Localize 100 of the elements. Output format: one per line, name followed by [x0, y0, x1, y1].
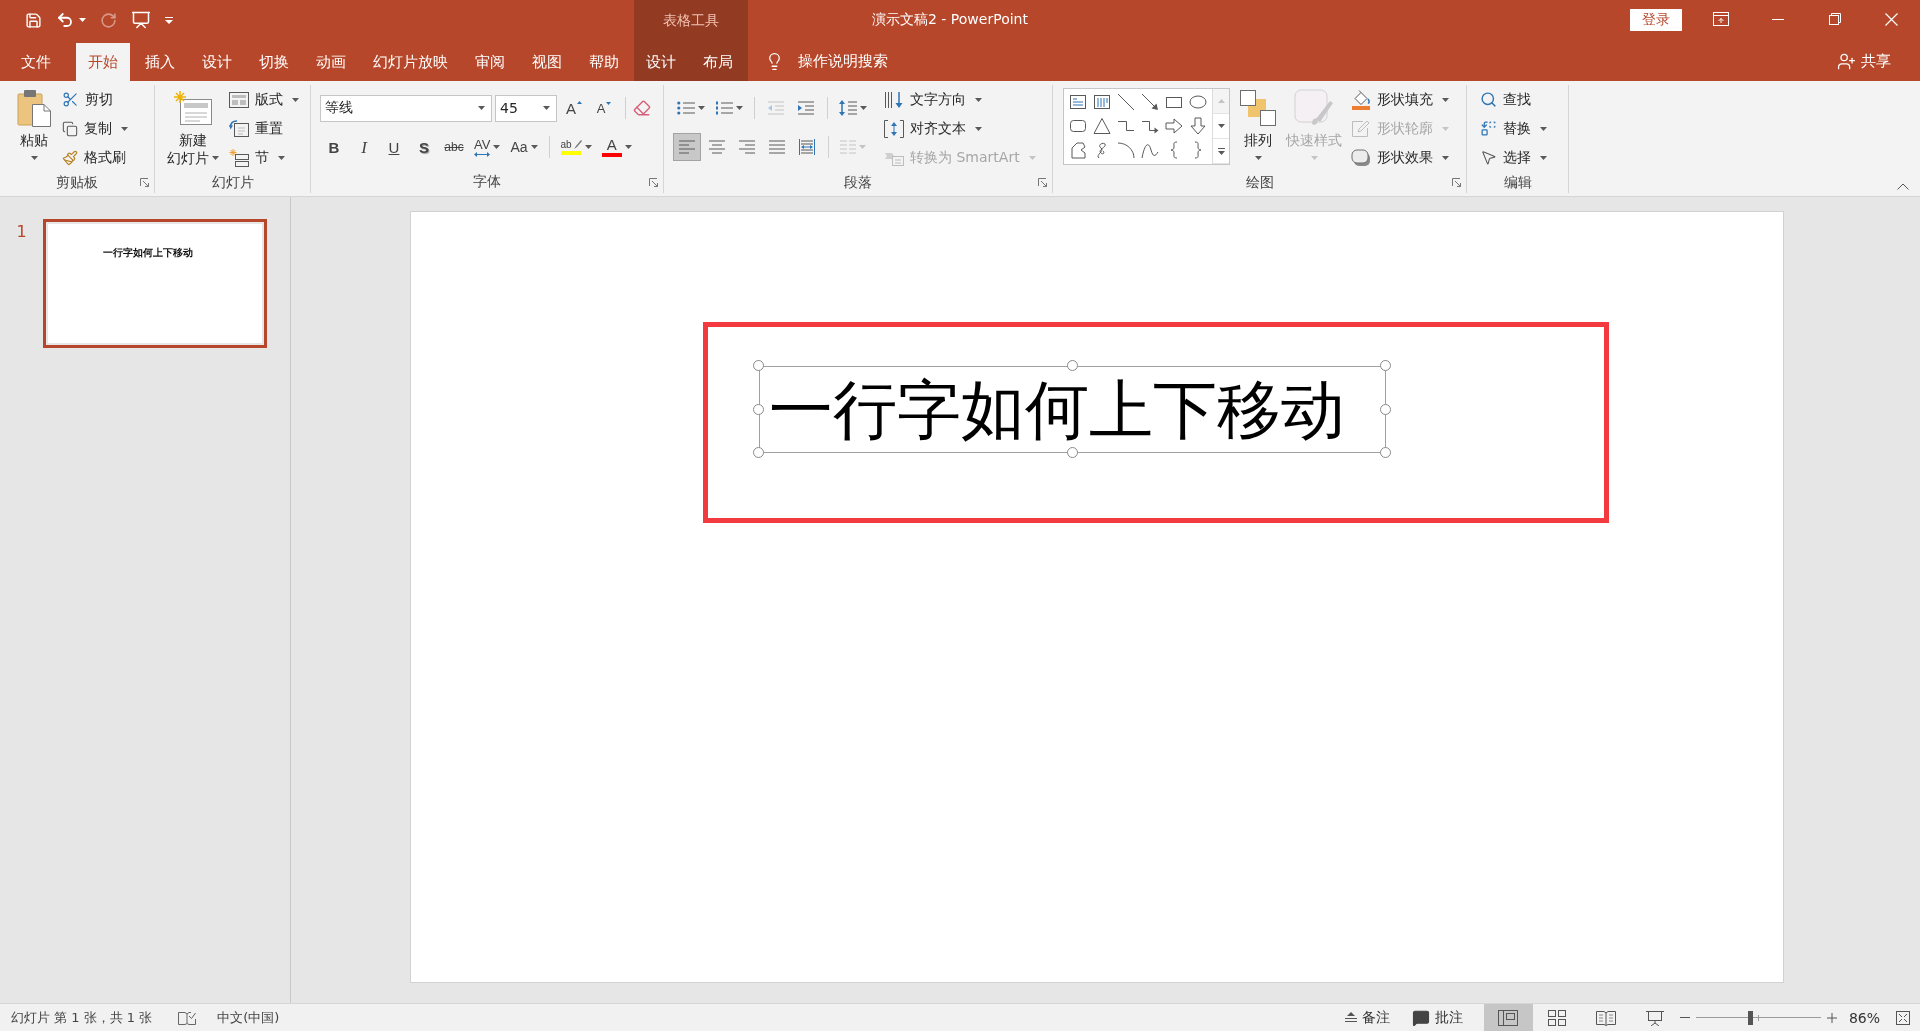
text-direction-button[interactable]: 文字方向	[881, 85, 1039, 114]
shape-option-button[interactable]	[1139, 91, 1161, 113]
collapse-ribbon-button[interactable]	[1897, 183, 1909, 190]
ribbon-tab[interactable]: 视图	[520, 43, 574, 81]
arrange-button[interactable]: 排列	[1236, 85, 1280, 172]
zoom-in-button[interactable]	[1826, 1012, 1837, 1023]
resize-handle[interactable]	[1380, 360, 1391, 371]
spell-check-icon[interactable]	[178, 1010, 197, 1025]
contextual-group-label: 表格工具	[663, 12, 719, 30]
plus-icon	[1826, 1012, 1837, 1023]
shape-effects-button[interactable]: 形状效果	[1348, 143, 1452, 172]
align-left-icon	[679, 140, 695, 154]
share-button[interactable]: 共享	[1837, 52, 1891, 71]
ribbon-tab[interactable]: 布局	[691, 43, 745, 81]
ribbon-tab[interactable]: 切换	[247, 43, 301, 81]
reset-button[interactable]: 重置	[226, 114, 302, 143]
shape-option-button[interactable]	[1115, 139, 1137, 161]
caret-down-icon	[1310, 156, 1318, 160]
ribbon-tab[interactable]: 幻灯片放映	[361, 43, 460, 81]
slide-sorter-icon	[1548, 1009, 1567, 1026]
find-button[interactable]: 查找	[1477, 85, 1550, 114]
ribbon-tab[interactable]: 开始	[76, 43, 130, 81]
comment-icon	[1411, 1008, 1430, 1027]
caret-down-icon	[975, 126, 982, 131]
cut-button[interactable]: 剪切	[59, 85, 131, 114]
triangle-icon	[1093, 117, 1111, 135]
shape-option-button[interactable]	[1187, 115, 1209, 137]
slide-thumbnail[interactable]: 一行字如何上下移动	[43, 219, 267, 348]
ribbon-tab[interactable]: 帮助	[577, 43, 631, 81]
comments-button[interactable]: 批注	[1408, 1004, 1466, 1031]
sign-in-button[interactable]: 登录	[1630, 9, 1682, 31]
shadow-button[interactable]: S	[410, 133, 438, 161]
ribbon-tab[interactable]: 设计	[634, 43, 688, 81]
zoom-level-button[interactable]: 86%	[1848, 1009, 1880, 1026]
decrease-indent-icon	[767, 101, 785, 115]
copy-icon	[62, 120, 78, 137]
spacing-button[interactable]: AV	[470, 133, 505, 161]
shape-option-button[interactable]	[1163, 115, 1185, 137]
shape-option-button[interactable]	[1115, 91, 1137, 113]
decrease-font-size-button[interactable]: A	[590, 94, 618, 122]
strikethrough-button[interactable]: abc	[440, 133, 468, 161]
resize-handle[interactable]	[753, 447, 764, 458]
text-box-frame[interactable]: 一行字如何上下移动	[759, 366, 1386, 453]
bold-button[interactable]: B	[320, 133, 348, 161]
increase-arrow-icon	[577, 100, 582, 104]
group-label: 段落	[844, 173, 872, 192]
columns-icon	[840, 140, 856, 154]
replace-button[interactable]: 替换	[1477, 114, 1550, 143]
layout-button[interactable]: 版式	[226, 85, 302, 114]
resize-handle[interactable]	[753, 360, 764, 371]
text-direction-icon	[884, 90, 904, 109]
caret-down-icon	[212, 156, 219, 160]
caret-down-icon	[584, 145, 592, 149]
person-add-icon	[1837, 52, 1856, 71]
select-button[interactable]: 选择	[1477, 143, 1550, 172]
section-button[interactable]: 节	[226, 143, 302, 172]
resize-handle[interactable]	[1066, 447, 1078, 458]
font-name-combo[interactable]: 等线	[320, 94, 492, 122]
dialog-launcher-icon[interactable]	[1038, 178, 1047, 187]
close-icon	[1885, 12, 1898, 26]
resize-handle[interactable]	[753, 403, 764, 415]
eraser-icon	[633, 99, 651, 117]
case-button[interactable]: Aa	[506, 133, 542, 161]
increase-font-size-button[interactable]: A	[560, 94, 588, 122]
highlight-color-button[interactable]: ab	[556, 133, 596, 161]
caret-up-icon	[1217, 99, 1225, 103]
ribbon-tab[interactable]: 动画	[304, 43, 358, 81]
normal-view-button[interactable]	[1483, 1004, 1533, 1031]
font-color-button[interactable]: A	[597, 133, 636, 161]
clear-formatting-button[interactable]	[633, 99, 651, 117]
ribbon-tab[interactable]: 设计	[190, 43, 244, 81]
shape-option-button[interactable]	[1091, 115, 1113, 137]
align-text-button[interactable]: 对齐文本	[881, 114, 1039, 143]
restore-icon	[1828, 13, 1841, 25]
resize-handle[interactable]	[1380, 403, 1391, 415]
ribbon-tab[interactable]: 审阅	[463, 43, 517, 81]
caret-down-icon	[1028, 155, 1036, 160]
font-size-combo[interactable]: 45	[495, 94, 557, 122]
paste-button[interactable]: 粘贴	[13, 85, 55, 172]
shape-fill-button[interactable]: 形状填充	[1348, 85, 1452, 114]
caret-down-icon	[478, 106, 485, 110]
ribbon-tab[interactable]: 文件	[0, 43, 73, 81]
resize-handle[interactable]	[1380, 447, 1391, 458]
italic-button[interactable]: I	[350, 133, 378, 161]
tell-me-search[interactable]: 操作说明搜索	[765, 52, 888, 71]
new-slide-button[interactable]: 新建 幻灯片	[163, 85, 223, 172]
notes-button[interactable]: 备注	[1341, 1004, 1393, 1031]
ribbon-tab[interactable]: 插入	[133, 43, 187, 81]
format-painter-button[interactable]: 格式刷	[59, 143, 131, 172]
resize-handle[interactable]	[1066, 360, 1078, 371]
dialog-launcher-icon[interactable]	[140, 178, 149, 187]
dialog-launcher-icon[interactable]	[649, 177, 658, 187]
underline-button[interactable]: U	[380, 133, 408, 161]
zoom-slider-thumb[interactable]	[1747, 1010, 1753, 1025]
caret-down-icon	[624, 145, 632, 149]
group-label: 字体	[473, 173, 501, 191]
dialog-launcher-icon[interactable]	[1452, 178, 1461, 187]
caret-down-icon	[1442, 155, 1449, 160]
fit-to-window-icon[interactable]	[1896, 1010, 1910, 1025]
copy-button[interactable]: 复制	[59, 114, 131, 143]
